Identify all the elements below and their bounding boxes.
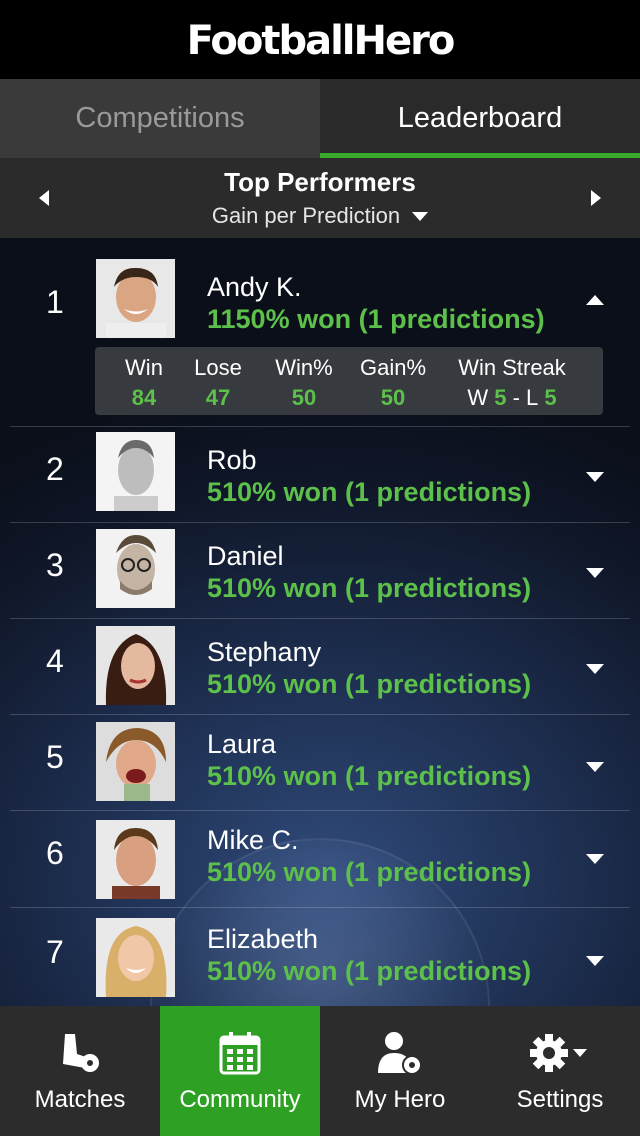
chevron-down-icon[interactable] — [586, 956, 604, 966]
gear-icon — [529, 1006, 591, 1086]
tab-my-hero-label: My Hero — [354, 1086, 446, 1113]
rank-number: 1 — [46, 284, 64, 320]
chevron-down-icon[interactable] — [586, 472, 604, 482]
top-tabs: Competitions Leaderboard — [0, 79, 640, 158]
tab-community[interactable]: Community — [160, 1006, 320, 1136]
tab-competitions[interactable]: Competitions — [0, 79, 320, 158]
chevron-down-icon[interactable] — [586, 664, 604, 674]
leaderboard-row[interactable]: 1 Andy K. 1150% won (1 predictions) Win … — [10, 238, 630, 427]
leaderboard-row[interactable]: 4 Stephany 510% won (1 predictions) — [10, 619, 630, 715]
avatar — [96, 259, 175, 338]
stat-gain-percent: Gain% 50 — [359, 355, 427, 410]
chevron-down-icon[interactable] — [586, 762, 604, 772]
player-name: Andy K. — [207, 272, 302, 302]
tab-matches-label: Matches — [34, 1086, 126, 1113]
player-name: Stephany — [207, 637, 322, 667]
player-stat: 510% won (1 predictions) — [207, 669, 532, 699]
bottom-tab-bar: Matches Community My Hero Settings — [0, 1006, 640, 1136]
avatar — [96, 626, 175, 705]
player-stat: 510% won (1 predictions) — [207, 573, 532, 603]
arrow-right-icon — [590, 190, 601, 206]
leaderboard-list[interactable]: 1 Andy K. 1150% won (1 predictions) Win … — [0, 238, 640, 1006]
player-stat: 510% won (1 predictions) — [207, 956, 532, 986]
player-name: Elizabeth — [207, 924, 319, 954]
boot-ball-icon — [55, 1006, 105, 1086]
avatar — [96, 918, 175, 997]
previous-button[interactable] — [0, 158, 88, 238]
leaderboard-filter-bar: Top Performers Gain per Prediction — [0, 158, 640, 238]
sort-dropdown[interactable]: Gain per Prediction — [211, 203, 429, 229]
tab-leaderboard[interactable]: Leaderboard — [320, 79, 640, 158]
rank-number: 4 — [46, 643, 64, 679]
arrow-left-icon — [39, 190, 49, 206]
tab-settings[interactable]: Settings — [480, 1006, 640, 1136]
player-name: Laura — [207, 729, 277, 759]
calendar-icon — [219, 1006, 261, 1086]
tab-matches[interactable]: Matches — [0, 1006, 160, 1136]
chevron-down-icon — [412, 211, 429, 221]
stat-lose: Lose 47 — [194, 355, 242, 410]
rank-number: 3 — [46, 547, 64, 583]
player-details-panel: Win 84 Lose 47 Win% 50 Gain% 50 Win Stre… — [95, 347, 603, 415]
player-stat: 510% won (1 predictions) — [207, 761, 532, 791]
stat-win: Win 84 — [125, 355, 163, 410]
leaderboard-row[interactable]: 7 Elizabeth 510% won (1 predictions) — [10, 908, 630, 1006]
player-stat: 510% won (1 predictions) — [207, 477, 532, 507]
player-name: Rob — [207, 445, 257, 475]
chevron-down-icon[interactable] — [586, 854, 604, 864]
filter-title: Top Performers — [224, 167, 416, 197]
player-name: Daniel — [207, 541, 284, 571]
leaderboard-row[interactable]: 6 Mike C. 510% won (1 predictions) — [10, 811, 630, 908]
filter-title-block: Top Performers Gain per Prediction — [211, 167, 429, 229]
person-ball-icon — [376, 1006, 424, 1086]
next-button[interactable] — [552, 158, 640, 238]
rank-number: 7 — [46, 934, 64, 970]
stat-win-percent: Win% 50 — [275, 355, 333, 410]
avatar — [96, 432, 175, 511]
rank-number: 5 — [46, 739, 64, 775]
app-logo: FootballHero — [186, 17, 456, 64]
chevron-up-icon[interactable] — [586, 295, 604, 305]
leaderboard-row[interactable]: 5 Laura 510% won (1 predictions) — [10, 715, 630, 811]
player-stat: 1150% won (1 predictions) — [207, 304, 545, 334]
tab-settings-label: Settings — [516, 1086, 604, 1113]
avatar — [96, 722, 175, 801]
player-name: Mike C. — [207, 825, 299, 855]
sort-dropdown-label: Gain per Prediction — [211, 203, 401, 228]
tab-community-label: Community — [179, 1086, 301, 1113]
leaderboard-row[interactable]: 2 Rob 510% won (1 predictions) — [10, 427, 630, 523]
leaderboard-row[interactable]: 3 Daniel 510% won (1 predictions) — [10, 523, 630, 619]
avatar — [96, 820, 175, 899]
avatar — [96, 529, 175, 608]
player-stat: 510% won (1 predictions) — [207, 857, 532, 887]
rank-number: 6 — [46, 835, 64, 871]
tab-my-hero[interactable]: My Hero — [320, 1006, 480, 1136]
app-header: FootballHero — [0, 0, 640, 79]
chevron-down-icon[interactable] — [586, 568, 604, 578]
stat-win-streak: Win Streak W 5 - L 5 — [458, 355, 566, 410]
rank-number: 2 — [46, 451, 64, 487]
